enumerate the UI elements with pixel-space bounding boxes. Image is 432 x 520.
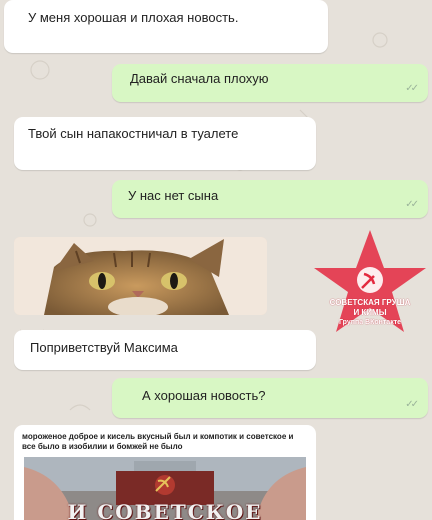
- image-caption: мороженое доброе и кисель вкусный был и …: [22, 432, 294, 451]
- poster-caption: И СОВЕТСКОЕ: [67, 500, 263, 520]
- read-receipt-icon: ✓✓: [405, 199, 419, 210]
- message-text: Поприветствуй Максима: [30, 340, 178, 355]
- group-watermark-stamp: СОВЕТСКАЯ ГРУША И КИМЫ Группа ВКонтакте: [308, 228, 432, 334]
- message-outgoing[interactable]: Давай сначала плохую ✓✓: [112, 64, 428, 102]
- message-incoming[interactable]: Твой сын напакостничал в туалете: [14, 117, 316, 170]
- watermark-line-2: И КИМЫ: [353, 308, 387, 317]
- cat-photo[interactable]: [14, 237, 267, 315]
- message-incoming[interactable]: Поприветствуй Максима: [14, 330, 316, 370]
- message-text: Давай сначала плохую: [130, 71, 269, 86]
- read-receipt-icon: ✓✓: [405, 83, 419, 94]
- message-text: Твой сын напакостничал в туалете: [28, 126, 239, 141]
- message-outgoing[interactable]: У нас нет сына ✓✓: [112, 180, 428, 218]
- message-text: А хорошая новость?: [142, 388, 266, 403]
- soviet-poster-image[interactable]: И СОВЕТСКОЕ: [24, 457, 306, 520]
- message-text: У нас нет сына: [128, 188, 219, 203]
- message-incoming[interactable]: У меня хорошая и плохая новость.: [4, 0, 328, 53]
- message-text: У меня хорошая и плохая новость.: [28, 10, 239, 25]
- watermark-line-3: Группа ВКонтакте: [338, 319, 402, 326]
- read-receipt-icon: ✓✓: [405, 399, 419, 410]
- message-incoming-with-image[interactable]: мороженое доброе и кисель вкусный был и …: [14, 425, 316, 520]
- watermark-line-1: СОВЕТСКАЯ ГРУША: [329, 298, 411, 307]
- message-outgoing[interactable]: А хорошая новость? ✓✓: [112, 378, 428, 418]
